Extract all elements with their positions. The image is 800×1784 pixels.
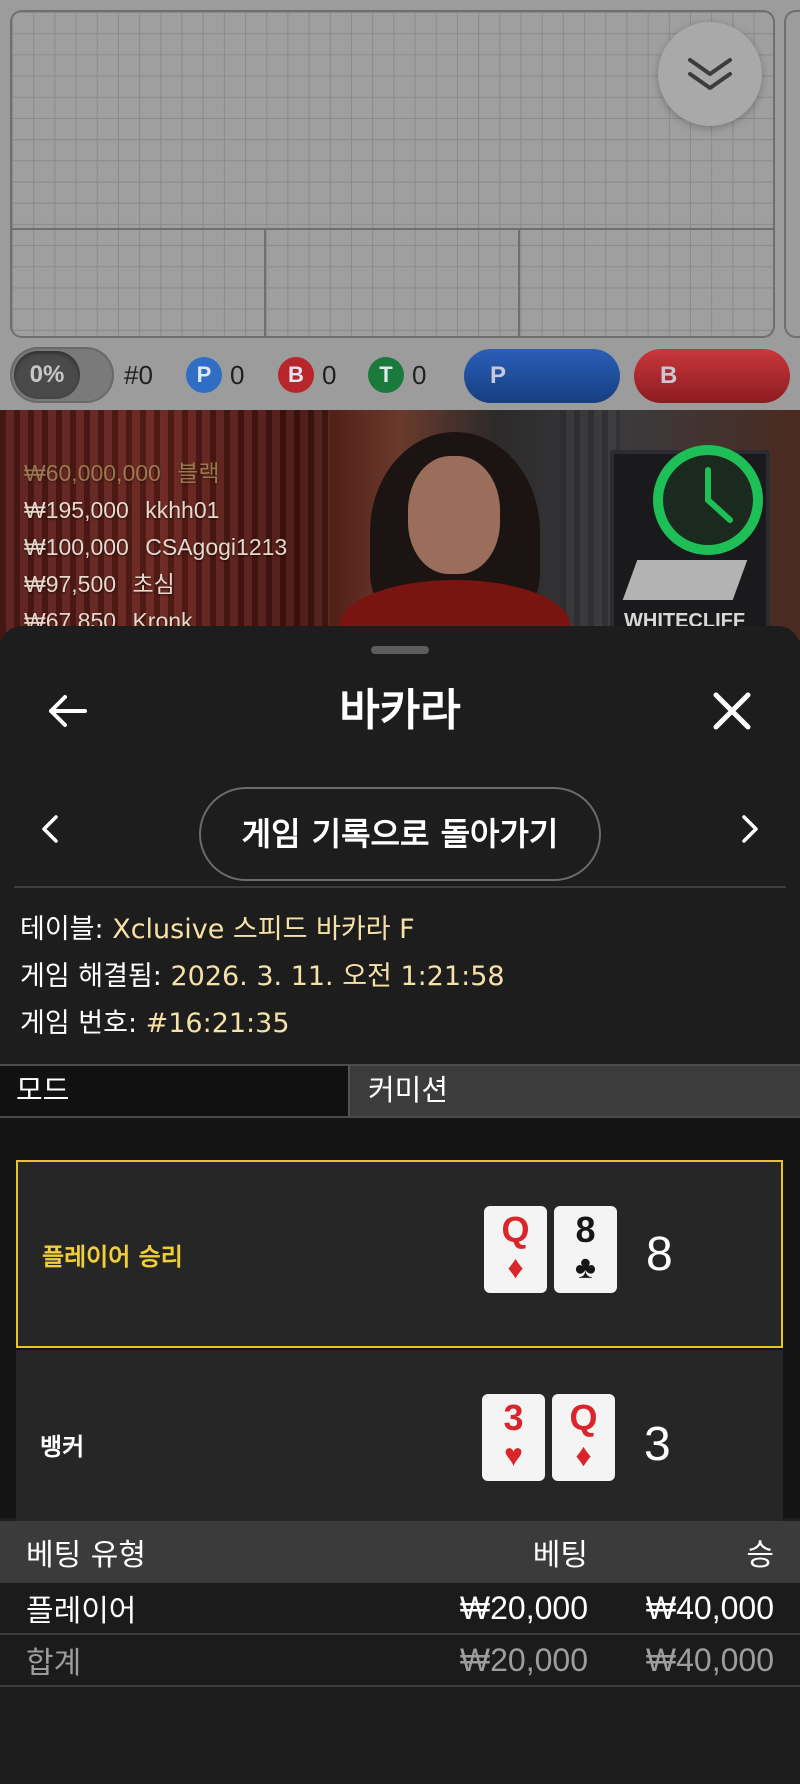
- player-badge: P: [186, 357, 222, 393]
- winner-name: kkhh01: [145, 497, 220, 523]
- player-hand-label: 플레이어 승리: [42, 1242, 183, 1271]
- player-hand: 플레이어 승리 Q ♦ 8 ♣ 8: [16, 1160, 783, 1348]
- collapse-roadmap-button[interactable]: [658, 22, 762, 126]
- next-game-button[interactable]: [730, 805, 770, 853]
- winner-amount: ₩100,000: [24, 534, 129, 560]
- roadmap-area: 0% #0 P 0 B 0 T 0 P B: [0, 0, 800, 410]
- card-rank: Q: [501, 1209, 530, 1250]
- player-stat: P 0: [186, 357, 244, 393]
- winner-name: 초심: [132, 571, 175, 597]
- winner-amount: ₩97,500: [24, 571, 117, 597]
- table-row: 플레이어 ₩20,000 ₩40,000: [0, 1583, 800, 1635]
- previous-game-button[interactable]: [30, 805, 70, 853]
- divider: [14, 886, 786, 888]
- roadmap-divider: [518, 228, 520, 336]
- card-rank: Q: [569, 1397, 598, 1438]
- player-count: 0: [230, 359, 245, 390]
- game-number-info: 게임 번호: #16:21:35: [20, 1000, 780, 1047]
- game-number-label: 게임 번호:: [20, 1008, 146, 1039]
- sheet-header: 바카라: [0, 666, 800, 756]
- baccarat-screen: 0% #0 P 0 B 0 T 0 P B WHITECLIFF ₩60,000…: [0, 0, 800, 1784]
- roadmap-divider: [12, 228, 773, 230]
- winner-name: CSAgogi1213: [145, 534, 288, 560]
- sheet-title: 바카라: [339, 685, 461, 736]
- winners-list: ₩60,000,000 블랙 ₩195,000 kkhh01 ₩100,000 …: [24, 455, 384, 640]
- mode-bar: 모드 커미션: [0, 1064, 800, 1118]
- playing-card: 8 ♣: [554, 1206, 617, 1293]
- table-label: 테이블:: [20, 914, 113, 945]
- total-row: 합계 ₩20,000 ₩40,000: [0, 1635, 800, 1687]
- hand-results: 플레이어 승리 Q ♦ 8 ♣ 8 뱅커 3 ♥ Q ♦ 3: [0, 1118, 800, 1538]
- banker-predict-button[interactable]: B: [634, 349, 790, 403]
- bet-amount: ₩20,000: [459, 1589, 588, 1626]
- resolved-label: 게임 해결됨:: [20, 961, 171, 992]
- banker-badge: B: [278, 357, 314, 393]
- tie-stat: T 0: [368, 357, 426, 393]
- sheet-drag-handle[interactable]: [371, 646, 429, 654]
- column-header-bet: 베팅: [532, 1538, 588, 1573]
- game-history-sheet: 바카라 게임 기록으로 돌아가기 테이블: Xclusive 스피드 바카라 F…: [0, 626, 800, 1784]
- stats-toggle[interactable]: 0%: [10, 347, 114, 403]
- resolved-info: 게임 해결됨: 2026. 3. 11. 오전 1:21:58: [20, 953, 780, 1000]
- player-predict-button[interactable]: P: [464, 349, 620, 403]
- heart-suit-icon: ♥: [504, 1437, 523, 1473]
- arrow-left-icon: [49, 695, 87, 727]
- whitecliff-logo: [622, 560, 748, 600]
- game-number-value: #16:21:35: [145, 1008, 290, 1039]
- win-amount: ₩40,000: [645, 1589, 774, 1626]
- bet-table-header: 베팅 유형 베팅 승: [0, 1521, 800, 1583]
- double-chevron-down-icon: [688, 58, 732, 90]
- chevron-left-icon: [42, 815, 58, 843]
- banker-count: 0: [322, 359, 337, 390]
- winner-row: ₩195,000 kkhh01: [24, 492, 384, 529]
- column-header-win: 승: [746, 1538, 774, 1573]
- winner-name: 블랙: [177, 460, 220, 486]
- close-button[interactable]: [704, 686, 760, 736]
- commission-label: 커미션: [352, 1066, 800, 1116]
- banker-stat: B 0: [278, 357, 336, 393]
- banker-score: 3: [644, 1417, 671, 1471]
- roadmap-stats-bar: 0% #0 P 0 B 0 T 0 P B: [0, 345, 800, 405]
- mode-label: 모드: [0, 1066, 350, 1116]
- roadmap-divider: [264, 228, 266, 336]
- back-button[interactable]: [40, 686, 96, 736]
- playing-card: 3 ♥: [482, 1394, 545, 1481]
- banker-hand: 뱅커 3 ♥ Q ♦ 3: [16, 1350, 783, 1538]
- diamond-suit-icon: ♦: [507, 1249, 524, 1285]
- diamond-suit-icon: ♦: [575, 1437, 592, 1473]
- total-win-amount: ₩40,000: [645, 1641, 774, 1678]
- close-icon: [713, 692, 751, 730]
- total-label: 합계: [26, 1646, 82, 1681]
- card-rank: 3: [503, 1397, 524, 1438]
- dealer-face: [408, 456, 500, 574]
- bet-table: 베팅 유형 베팅 승 플레이어 ₩20,000 ₩40,000 합계 ₩20,0…: [0, 1521, 800, 1687]
- chevron-right-icon: [742, 815, 758, 843]
- resolved-value: 2026. 3. 11. 오전 1:21:58: [170, 961, 505, 992]
- back-to-history-button[interactable]: 게임 기록으로 돌아가기: [199, 787, 601, 881]
- table-info: 테이블: Xclusive 스피드 바카라 F: [20, 906, 780, 953]
- winner-row: ₩100,000 CSAgogi1213: [24, 529, 384, 566]
- game-navigation: 게임 기록으로 돌아가기: [0, 781, 800, 881]
- percent-label: 0%: [29, 361, 65, 388]
- winner-amount: ₩195,000: [24, 497, 129, 523]
- total-bet-amount: ₩20,000: [459, 1641, 588, 1678]
- banker-hand-label: 뱅커: [40, 1432, 85, 1461]
- round-count: #0: [124, 359, 153, 390]
- card-rank: 8: [575, 1209, 596, 1250]
- tie-badge: T: [368, 357, 404, 393]
- winner-row: ₩97,500 초심: [24, 566, 384, 603]
- playing-card: Q ♦: [552, 1394, 615, 1481]
- winner-row: ₩60,000,000 블랙: [24, 455, 384, 492]
- winner-amount: ₩60,000,000: [24, 460, 161, 486]
- tie-count: 0: [412, 359, 427, 390]
- table-value: Xclusive 스피드 바카라 F: [112, 914, 415, 945]
- roadmap-next-panel: [784, 10, 800, 338]
- player-score: 8: [646, 1227, 673, 1281]
- playing-card: Q ♦: [484, 1206, 547, 1293]
- bet-type: 플레이어: [26, 1594, 137, 1629]
- clock-timer-icon: [653, 445, 763, 555]
- club-suit-icon: ♣: [575, 1249, 596, 1285]
- game-info: 테이블: Xclusive 스피드 바카라 F 게임 해결됨: 2026. 3.…: [20, 906, 780, 1047]
- column-header-bet-type: 베팅 유형: [26, 1538, 146, 1573]
